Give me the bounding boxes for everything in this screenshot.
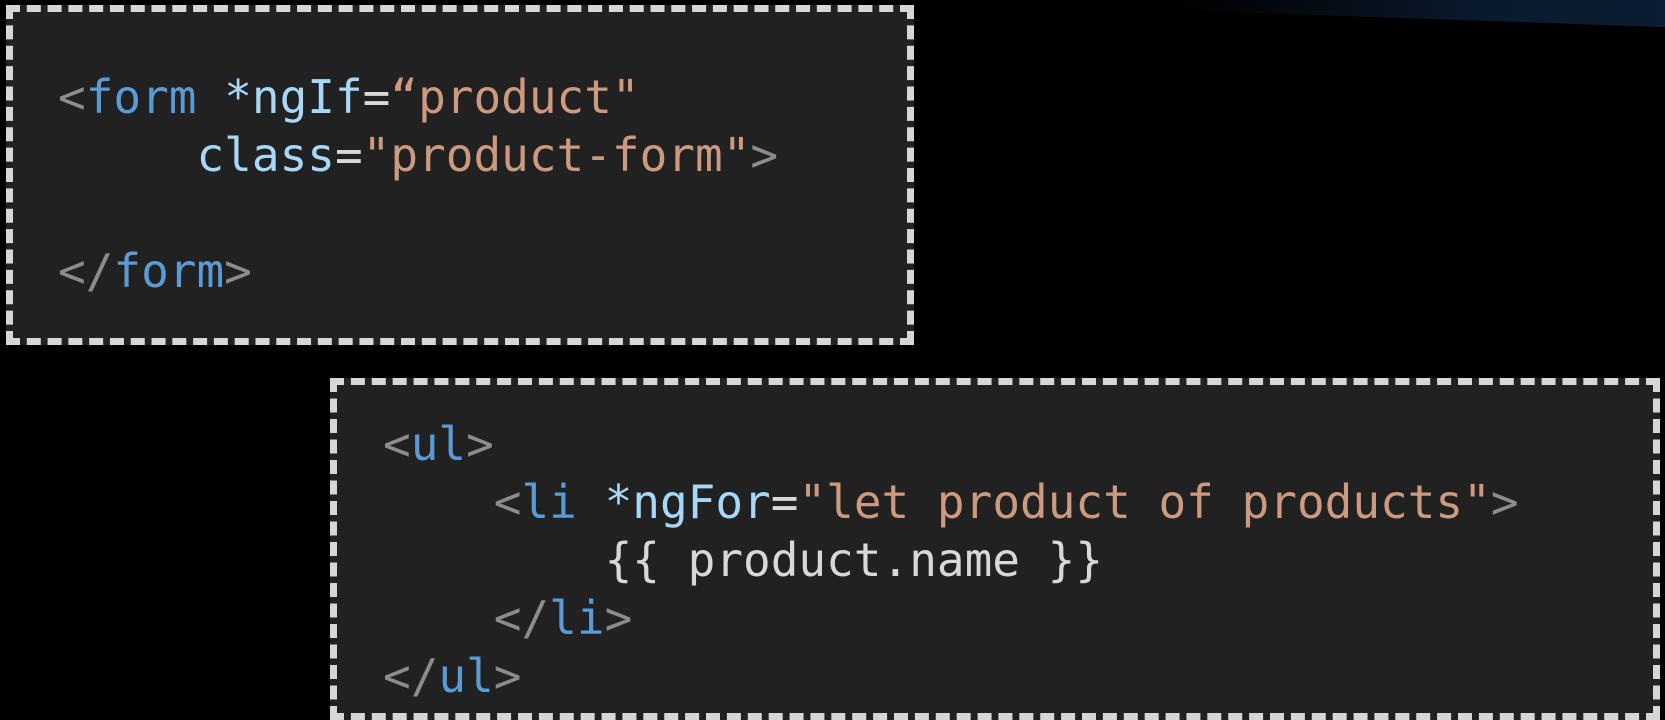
code-line: </ul> <box>383 647 1653 705</box>
code-token-punct: < <box>493 475 522 529</box>
code-token-punct: > <box>1490 475 1519 529</box>
code-block-list: <ul> <li *ngFor="let product of products… <box>330 378 1660 720</box>
code-token-tag: form <box>113 244 225 298</box>
code-token-tag: li <box>549 591 605 645</box>
code-block-form: <form *ngIf=“product" class="product-for… <box>6 5 914 345</box>
code-token-str: “product" <box>390 70 640 124</box>
code-token-str: "product-form" <box>362 128 751 182</box>
code-line: class="product-form"> <box>58 126 907 184</box>
code-token-attr: *ngIf <box>224 70 363 124</box>
code-token-punct: </ <box>383 649 439 703</box>
code-token-text: {{ product.name }} <box>604 533 1104 587</box>
code-line: </form> <box>58 242 907 300</box>
code-token-tag: form <box>85 70 197 124</box>
code-token-text: = <box>770 475 799 529</box>
code-token-punct: > <box>493 649 522 703</box>
code-token-tag: ul <box>410 417 467 471</box>
code-line: {{ product.name }} <box>383 531 1653 589</box>
code-token-text: = <box>334 128 363 182</box>
code-token-attr: *ngFor <box>604 475 771 529</box>
code-line: <li *ngFor="let product of products"> <box>383 473 1653 531</box>
code-token-tag: li <box>521 475 577 529</box>
code-token-punct: > <box>466 417 494 471</box>
code-token-punct: </ <box>58 244 114 298</box>
code-token-tag: ul <box>438 649 494 703</box>
background-glow <box>1179 0 1665 30</box>
code-line: <form *ngIf=“product" <box>58 68 907 126</box>
code-line: <ul> <box>383 415 1653 473</box>
code-line: </li> <box>383 589 1653 647</box>
code-token-text: = <box>362 70 391 124</box>
code-token-punct: </ <box>493 591 550 645</box>
code-token-punct: > <box>604 591 633 645</box>
code-token-str: "let product of products" <box>798 475 1491 529</box>
code-token-punct: < <box>383 417 411 471</box>
code-token-punct: < <box>58 70 86 124</box>
code-token-punct: > <box>750 128 779 182</box>
slide-canvas: <form *ngIf=“product" class="product-for… <box>0 0 1665 720</box>
code-token-punct: > <box>224 244 252 298</box>
code-token-attr: class <box>196 128 335 182</box>
